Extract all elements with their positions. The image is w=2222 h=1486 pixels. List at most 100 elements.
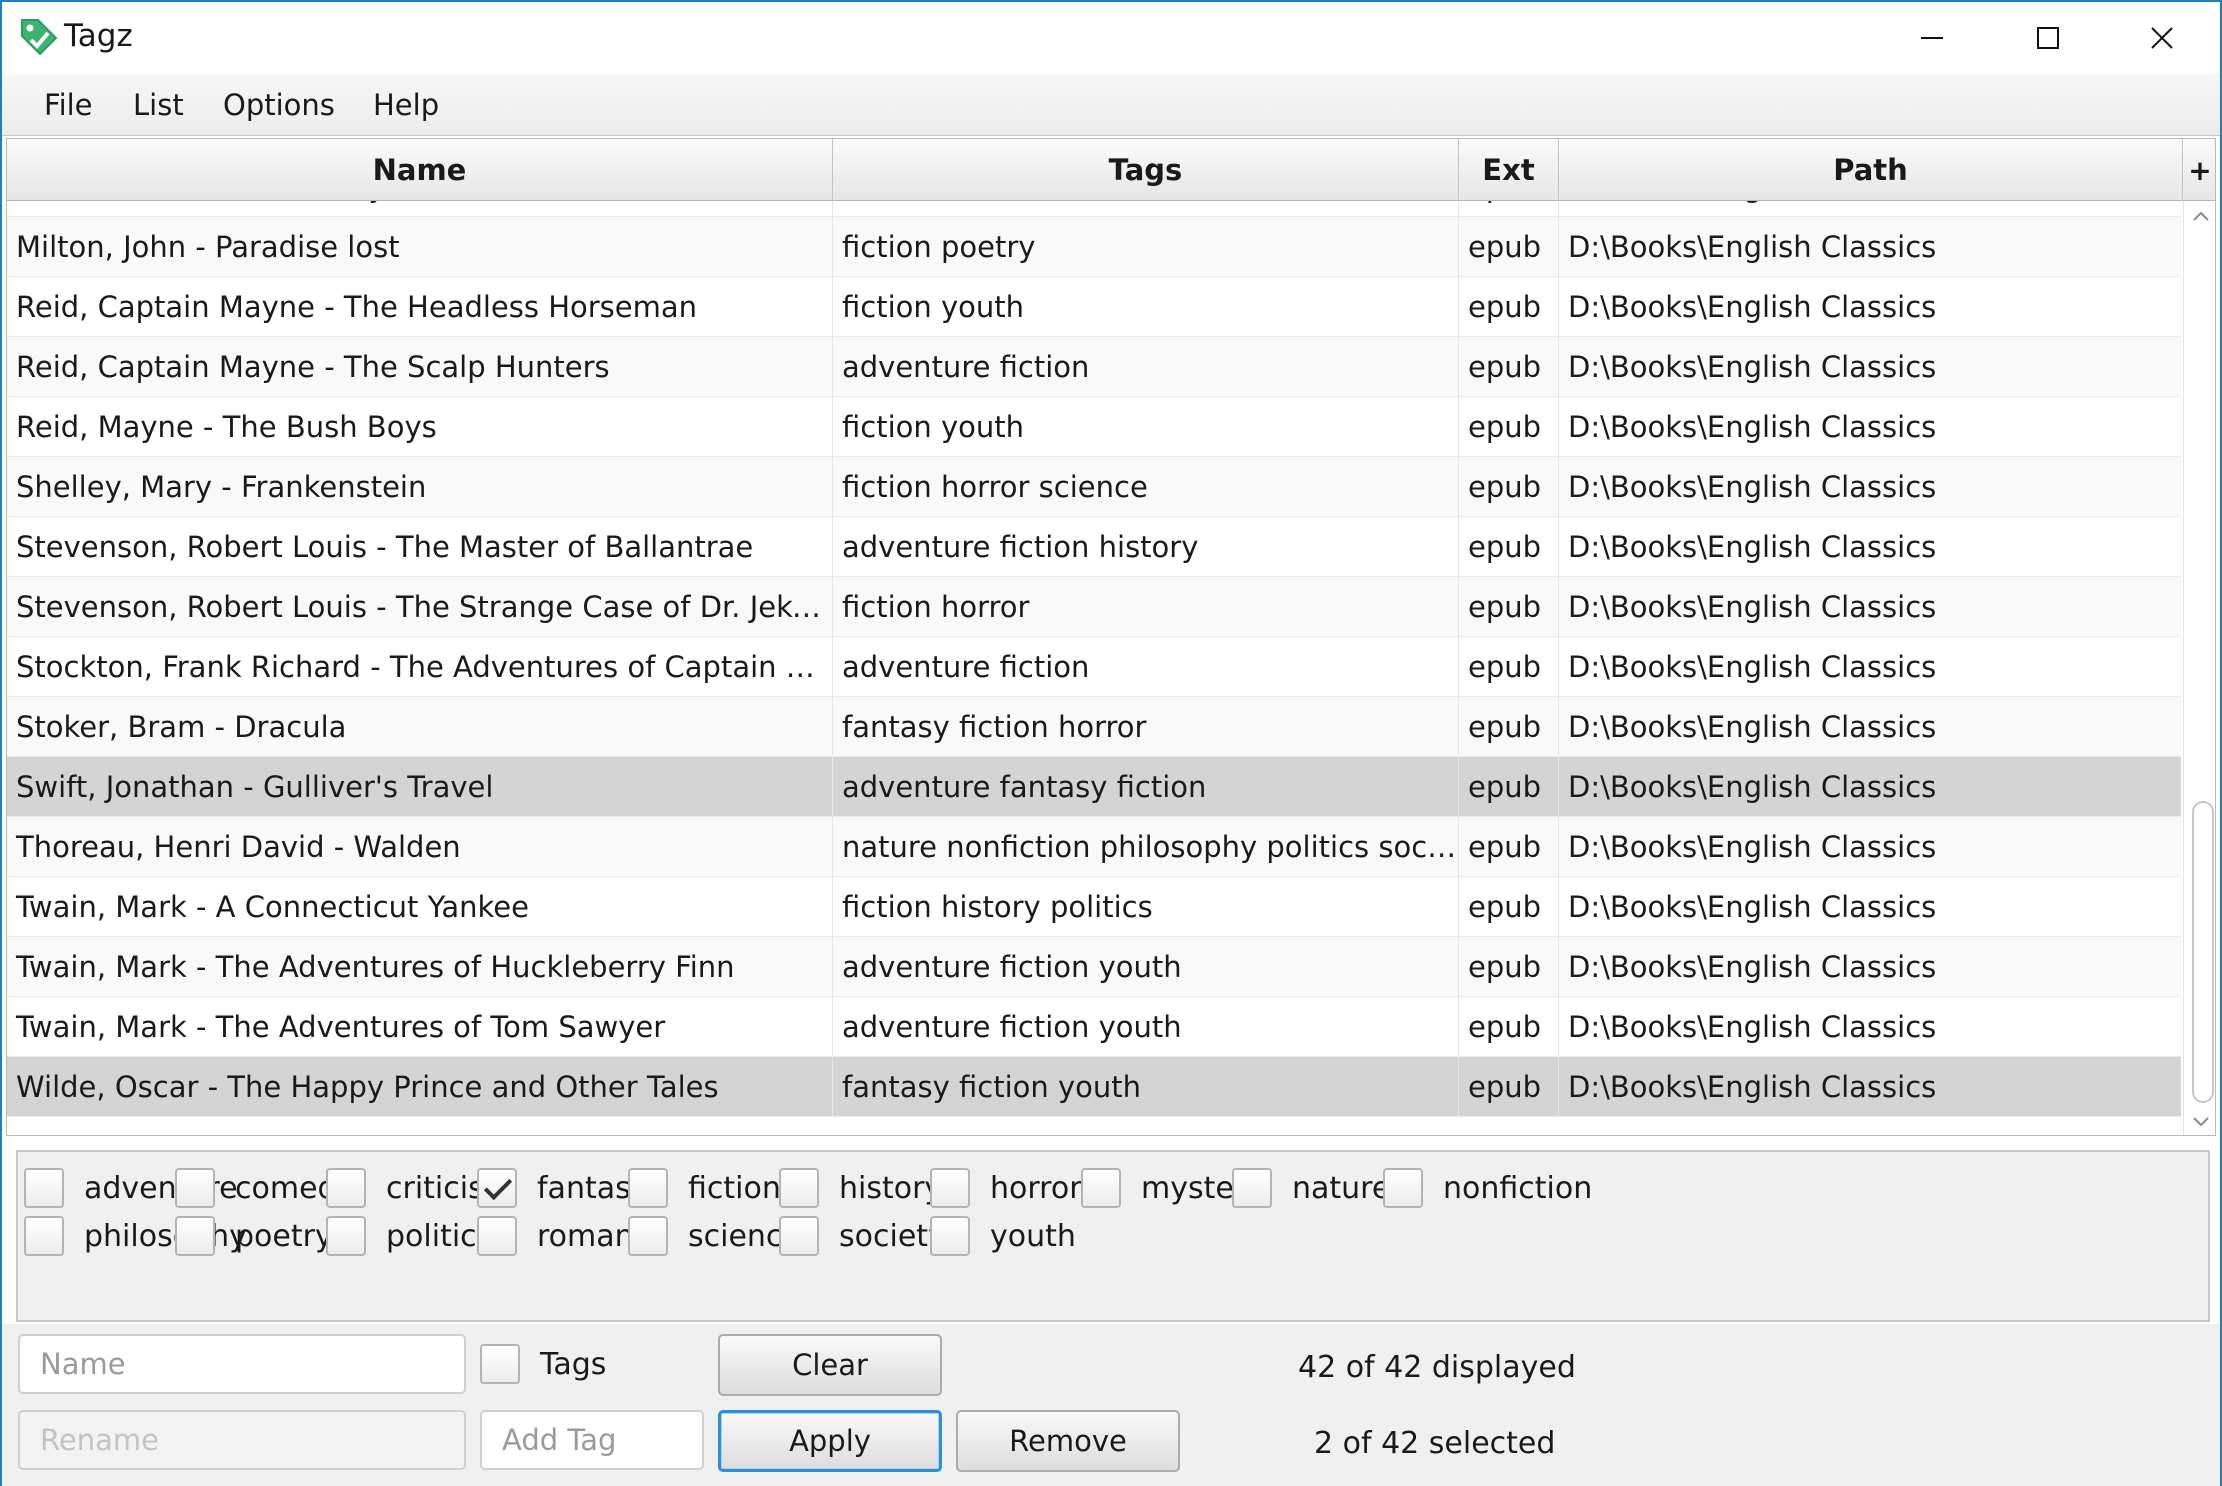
menu-bar: File List Options Help (2, 74, 2220, 136)
table-row[interactable]: Reid, Captain Mayne - The Headless Horse… (7, 277, 2181, 337)
tag-label: nonfiction (1443, 1170, 1593, 1206)
apply-button[interactable]: Apply (718, 1410, 942, 1472)
table-row[interactable]: Twain, Mark - The Adventures of Hucklebe… (7, 937, 2181, 997)
maximize-button[interactable] (1990, 2, 2106, 74)
remove-button[interactable]: Remove (956, 1410, 1180, 1472)
table-row[interactable]: Reid, Mayne - The Bush Boys fiction youth… (7, 397, 2181, 457)
tag-checkbox-nature[interactable]: nature (1232, 1164, 1390, 1212)
checkbox-box[interactable] (1081, 1168, 1121, 1208)
table-row[interactable]: Stevenson, Robert Louis - The Strange Ca… (7, 577, 2181, 637)
checkbox-box[interactable] (477, 1216, 517, 1256)
cell-path: D:\Books\English Classics (1568, 1070, 1937, 1104)
cell-name: Milton, John - Paradise lost (7, 217, 833, 277)
cell-tags: adventure fiction youth (833, 997, 1459, 1057)
cell-path: D:\Books\English Classics (1568, 710, 1937, 744)
table-row[interactable]: Wilde, Oscar - The Happy Prince and Othe… (7, 1057, 2181, 1117)
scroll-down-button[interactable] (2184, 1107, 2215, 1135)
table-row[interactable]: Twain, Mark - The Adventures of Tom Sawy… (7, 997, 2181, 1057)
table-row[interactable]: Milton, John - Paradise lost fiction poet… (7, 217, 2181, 277)
table-row[interactable]: Swift, Jonathan - Gulliver's Travel adven… (7, 757, 2181, 817)
checkbox-box[interactable] (1232, 1168, 1272, 1208)
checkbox-box[interactable] (628, 1216, 668, 1256)
cell-name: Stevenson, Robert Louis - The Master of … (7, 517, 833, 577)
column-header-tags[interactable]: Tags (833, 139, 1459, 201)
menu-help[interactable]: Help (373, 88, 439, 122)
tag-checkbox-youth[interactable]: youth (930, 1212, 1076, 1260)
table-row[interactable]: Reid, Captain Mayne - The Scalp Hunters a… (7, 337, 2181, 397)
app-window: Tagz File List Options Help Name Tags Ex… (0, 0, 2222, 1486)
cell-name: Shelley, Mary - Frankenstein (7, 457, 833, 517)
cell-name: Twain, Mark - The Adventures of Hucklebe… (7, 937, 833, 997)
table-row[interactable]: Thoreau, Henri David - Walden nature nonf… (7, 817, 2181, 877)
rename-input[interactable] (18, 1410, 466, 1470)
checkbox-box[interactable] (1383, 1168, 1423, 1208)
checkbox-box[interactable] (779, 1216, 819, 1256)
checkbox-box[interactable] (24, 1216, 64, 1256)
column-header-path[interactable]: Path (1559, 139, 2183, 201)
minimize-button[interactable] (1874, 2, 1990, 74)
table-row[interactable]: Melville, Hermann - Moby Dickadventure f… (7, 201, 2181, 217)
checkbox-box[interactable] (326, 1168, 366, 1208)
clear-button[interactable]: Clear (718, 1334, 942, 1396)
tag-checkbox-fiction[interactable]: fiction (628, 1164, 781, 1212)
cell-ext: epub (1459, 877, 1559, 937)
tag-checkbox-history[interactable]: history (779, 1164, 942, 1212)
cell-path: D:\Books\English Classics (1568, 290, 1937, 324)
cell-tags: fiction horror (833, 577, 1459, 637)
tag-icon (18, 16, 60, 58)
checkbox-box[interactable] (175, 1216, 215, 1256)
menu-options[interactable]: Options (223, 88, 335, 122)
checkbox-box[interactable] (175, 1168, 215, 1208)
cell-ext: epub (1459, 757, 1559, 817)
cell-name: Stockton, Frank Richard - The Adventures… (7, 637, 833, 697)
tag-label: nature (1292, 1170, 1391, 1206)
cell-name: Melville, Hermann - Moby Dick (7, 201, 833, 217)
table-row[interactable]: Shelley, Mary - Frankenstein fiction horr… (7, 457, 2181, 517)
tag-label: youth (990, 1218, 1076, 1254)
scroll-thumb[interactable] (2192, 801, 2214, 1103)
table-row[interactable]: Stevenson, Robert Louis - The Master of … (7, 517, 2181, 577)
tag-checkbox-nonfiction[interactable]: nonfiction (1383, 1164, 1592, 1212)
tag-checkbox-science[interactable]: science (628, 1212, 801, 1260)
checkbox-box[interactable] (779, 1168, 819, 1208)
close-button[interactable] (2104, 2, 2220, 74)
checkbox-box[interactable] (24, 1168, 64, 1208)
cell-tags: fiction poetry (833, 217, 1459, 277)
cell-ext: epub (1459, 577, 1559, 637)
menu-list[interactable]: List (133, 88, 184, 122)
cell-path: D:\Books\English Classics (1568, 650, 1937, 684)
tag-checkbox-horror[interactable]: horror (930, 1164, 1082, 1212)
column-header-name[interactable]: Name (7, 139, 833, 201)
tags-checkbox-box[interactable] (480, 1344, 520, 1384)
column-header-ext[interactable]: Ext (1459, 139, 1559, 201)
checkbox-box[interactable] (628, 1168, 668, 1208)
add-tag-input[interactable] (480, 1410, 704, 1470)
name-filter-input[interactable] (18, 1334, 466, 1394)
tag-checkbox-poetry[interactable]: poetry (175, 1212, 333, 1260)
cell-path: D:\Books\English Classics (1568, 350, 1937, 384)
controls-area: Tags Clear 42 of 42 displayed Apply Remo… (2, 1324, 2220, 1486)
menu-file[interactable]: File (44, 88, 93, 122)
tag-checkbox-fantasy[interactable]: fantasy (477, 1164, 649, 1212)
tag-label: fiction (688, 1170, 781, 1206)
table-row[interactable]: Stockton, Frank Richard - The Adventures… (7, 637, 2181, 697)
scroll-up-button[interactable] (2184, 201, 2215, 231)
title-bar: Tagz (2, 2, 2220, 74)
cell-path: D:\Books\English Classics (1568, 230, 1937, 264)
cell-tags: adventure fiction youth (833, 937, 1459, 997)
table-row[interactable]: Twain, Mark - A Connecticut Yankee fictio… (7, 877, 2181, 937)
checkbox-box[interactable] (930, 1216, 970, 1256)
checkbox-box[interactable] (930, 1168, 970, 1208)
cell-path: D:\Books\English Classics (1568, 410, 1937, 444)
tag-checkbox-politics[interactable]: politics (326, 1212, 492, 1260)
checkbox-box[interactable] (326, 1216, 366, 1256)
tag-checkbox-society[interactable]: society (779, 1212, 946, 1260)
vertical-scrollbar[interactable] (2183, 201, 2215, 1135)
checkbox-box[interactable] (477, 1168, 517, 1208)
cell-ext: epub (1459, 217, 1559, 277)
cell-name: Twain, Mark - The Adventures of Tom Sawy… (7, 997, 833, 1057)
add-column-button[interactable]: + (2183, 139, 2215, 201)
table-row[interactable]: Stoker, Bram - Dracula fantasy fiction ho… (7, 697, 2181, 757)
cell-path: D:\Books\English Classics (1568, 770, 1937, 804)
tags-filter-checkbox[interactable]: Tags (480, 1340, 606, 1388)
